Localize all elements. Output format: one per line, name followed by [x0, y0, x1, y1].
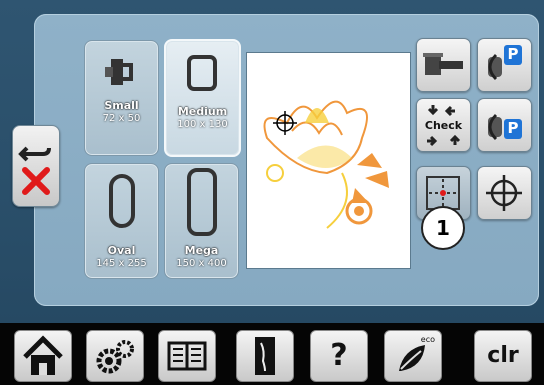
- center-needle-button[interactable]: [477, 166, 532, 220]
- park-position-button[interactable]: P: [477, 38, 532, 92]
- hoop-name: Mega: [184, 244, 219, 257]
- home-button[interactable]: [14, 330, 72, 382]
- hoop-dimensions: 150 x 400: [176, 258, 227, 269]
- dress-form-icon: [255, 337, 275, 375]
- gear-icon: [96, 340, 134, 374]
- crosshair-marker-icon: [273, 111, 297, 135]
- small-hoop-icon: [105, 59, 133, 85]
- hoop-dimensions: 100 x 130: [177, 119, 228, 130]
- move-frame-button[interactable]: [416, 38, 471, 92]
- help-icon: ?: [330, 338, 348, 373]
- park-label-2: P: [507, 119, 519, 137]
- back-close-button[interactable]: [12, 125, 60, 207]
- back-arrow-icon: [18, 146, 51, 195]
- hoop-name: Medium: [177, 105, 228, 118]
- settings-button[interactable]: [86, 330, 144, 382]
- eco-button[interactable]: eco: [384, 330, 442, 382]
- book-icon: [167, 341, 207, 371]
- hoop-mega-button[interactable]: Mega 150 x 400: [164, 163, 239, 279]
- mega-hoop-icon: [187, 168, 217, 236]
- oval-hoop-icon: [109, 174, 135, 228]
- callout-marker: 1: [421, 206, 465, 250]
- frame-move-icon: [423, 53, 463, 75]
- medium-hoop-icon: [187, 55, 217, 91]
- clr-label: clr: [487, 343, 519, 368]
- hoop-small-button[interactable]: Small 72 x 50: [84, 40, 159, 156]
- eco-label: eco: [420, 335, 435, 344]
- hoop-dimensions: 72 x 50: [102, 113, 141, 124]
- check-position-button[interactable]: Check: [416, 98, 471, 152]
- creative-consultant-button[interactable]: [236, 330, 294, 382]
- flower-motif-image: [263, 100, 389, 229]
- park-label: P: [507, 45, 519, 63]
- hoop-medium-button[interactable]: Medium 100 x 130: [164, 39, 241, 157]
- hoop-dimensions: 145 x 255: [96, 258, 147, 269]
- home-icon: [23, 335, 63, 375]
- hoop-name: Oval: [107, 244, 136, 257]
- embroidery-preview: [246, 52, 411, 269]
- clear-button[interactable]: clr: [474, 330, 532, 382]
- hoop-name: Small: [104, 99, 139, 112]
- help-button[interactable]: ?: [310, 330, 368, 382]
- tutorial-button[interactable]: [158, 330, 216, 382]
- park-sewing-button[interactable]: P: [477, 98, 532, 152]
- check-label: Check: [424, 119, 463, 132]
- hoop-oval-button[interactable]: Oval 145 x 255: [84, 163, 159, 279]
- close-icon: [22, 167, 50, 195]
- crosshair-icon: [486, 175, 522, 211]
